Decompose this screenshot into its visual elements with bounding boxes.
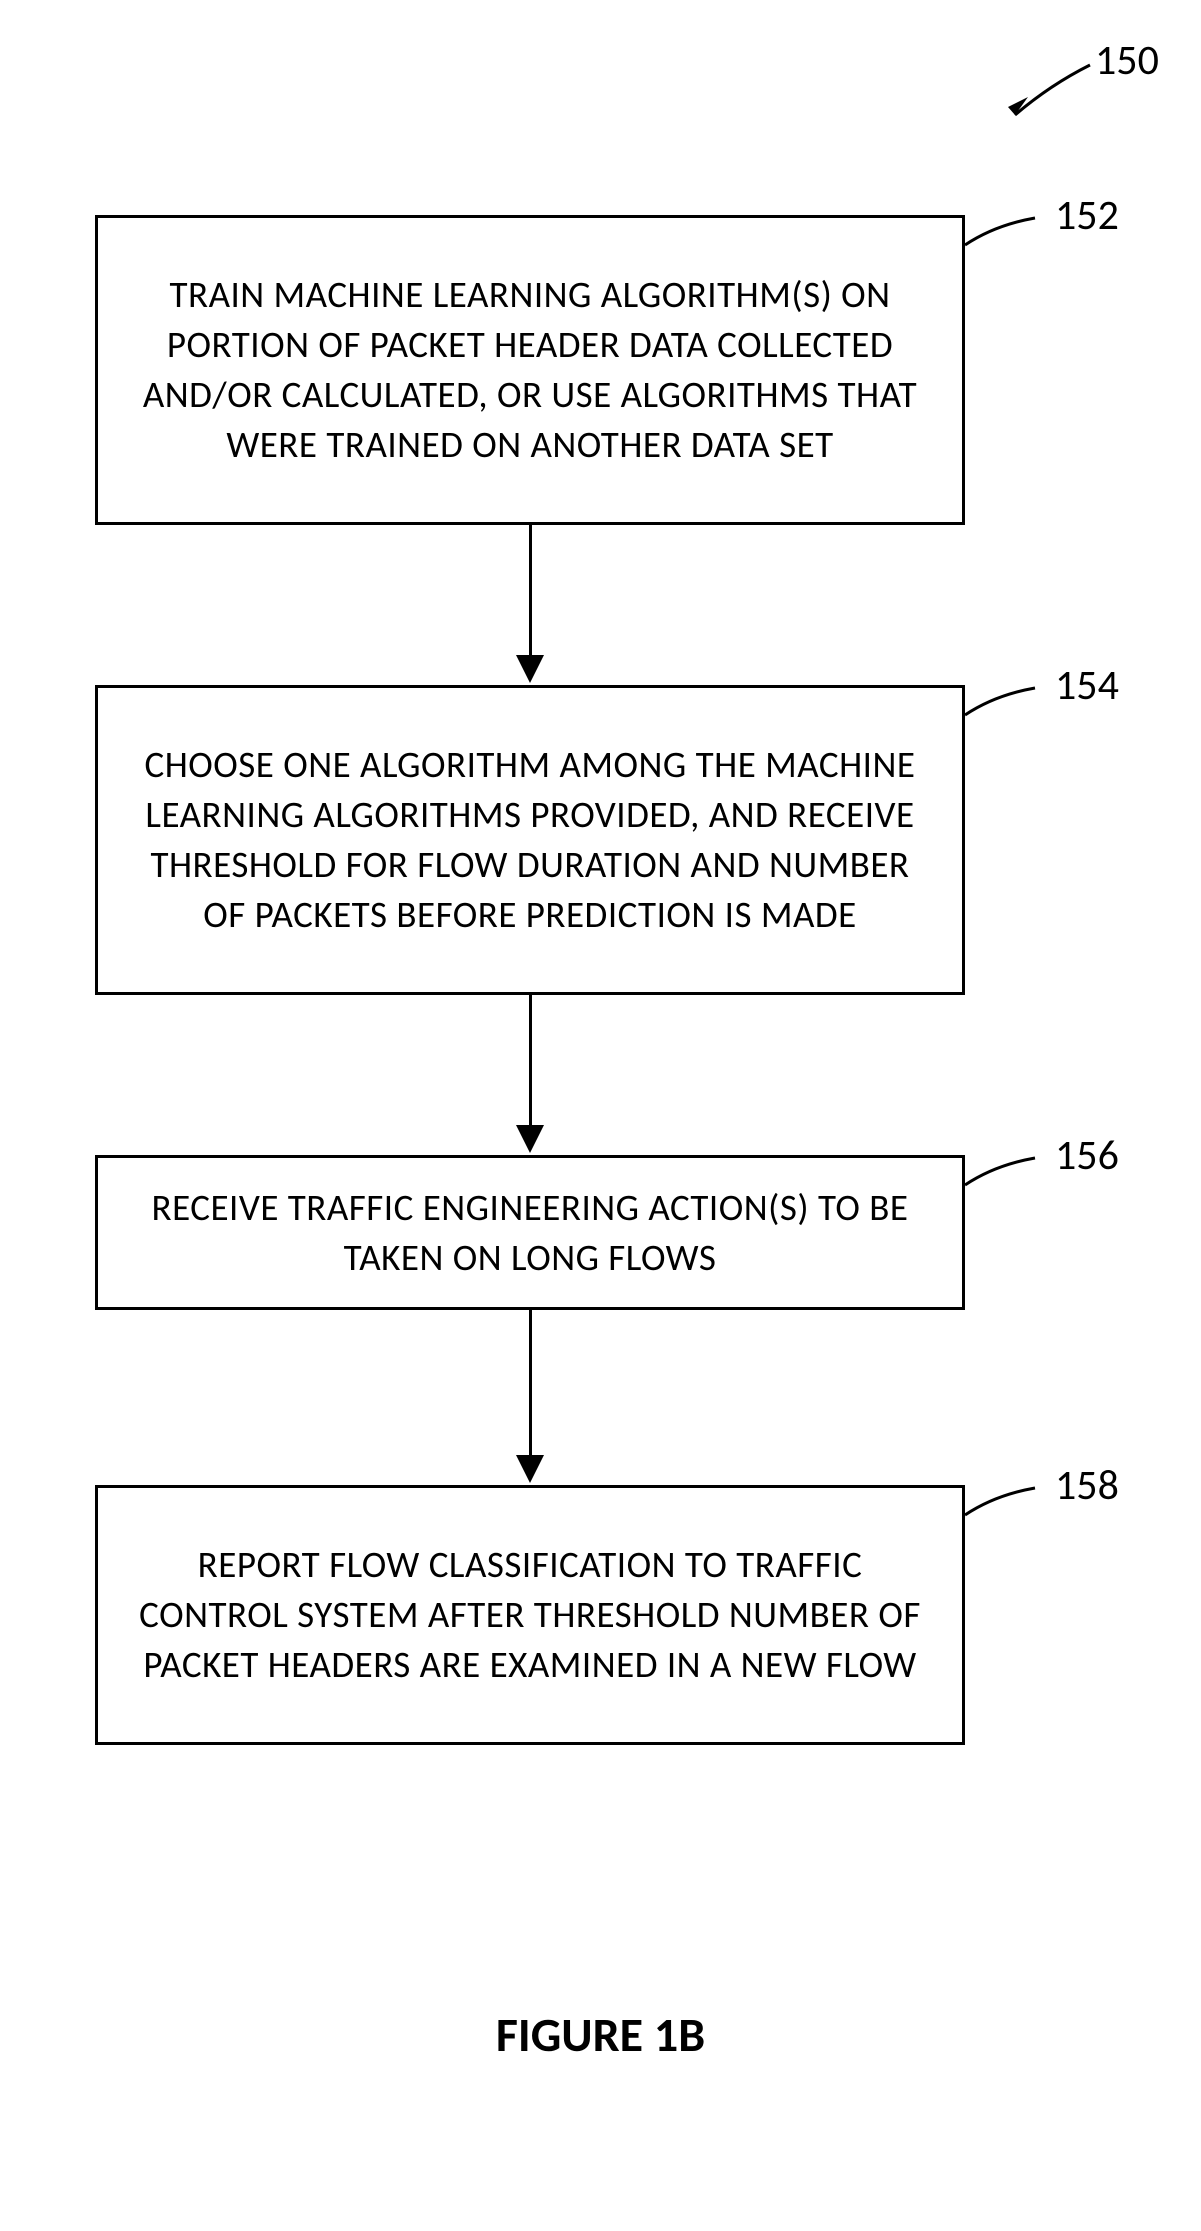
step-label-154: 154 xyxy=(1055,660,1119,711)
figure-number-label: 150 xyxy=(1095,35,1159,86)
leader-line-icon xyxy=(960,210,1050,270)
figure-title: FIGURE 1B xyxy=(496,2005,705,2064)
flowchart-diagram: 150 TRAIN MACHINE LEARNING ALGORITHM(S) … xyxy=(0,0,1201,2231)
step-label-156: 156 xyxy=(1055,1130,1119,1181)
leader-line-icon xyxy=(960,1150,1050,1210)
step-text: TRAIN MACHINE LEARNING ALGORITHM(S) ON P… xyxy=(128,270,932,470)
arrow-icon xyxy=(516,995,544,1153)
step-label-152: 152 xyxy=(1055,190,1119,241)
step-box-158: REPORT FLOW CLASSIFICATION TO TRAFFIC CO… xyxy=(95,1485,965,1745)
arrow-icon xyxy=(516,525,544,683)
leader-line-icon xyxy=(960,680,1050,740)
step-text: RECEIVE TRAFFIC ENGINEERING ACTION(S) TO… xyxy=(128,1183,932,1283)
step-text: REPORT FLOW CLASSIFICATION TO TRAFFIC CO… xyxy=(128,1540,932,1690)
step-box-152: TRAIN MACHINE LEARNING ALGORITHM(S) ON P… xyxy=(95,215,965,525)
step-box-156: RECEIVE TRAFFIC ENGINEERING ACTION(S) TO… xyxy=(95,1155,965,1310)
figure-arrow-icon xyxy=(980,55,1100,135)
step-label-158: 158 xyxy=(1055,1460,1119,1511)
step-box-154: CHOOSE ONE ALGORITHM AMONG THE MACHINE L… xyxy=(95,685,965,995)
leader-line-icon xyxy=(960,1480,1050,1540)
step-text: CHOOSE ONE ALGORITHM AMONG THE MACHINE L… xyxy=(128,740,932,940)
arrow-icon xyxy=(516,1310,544,1483)
